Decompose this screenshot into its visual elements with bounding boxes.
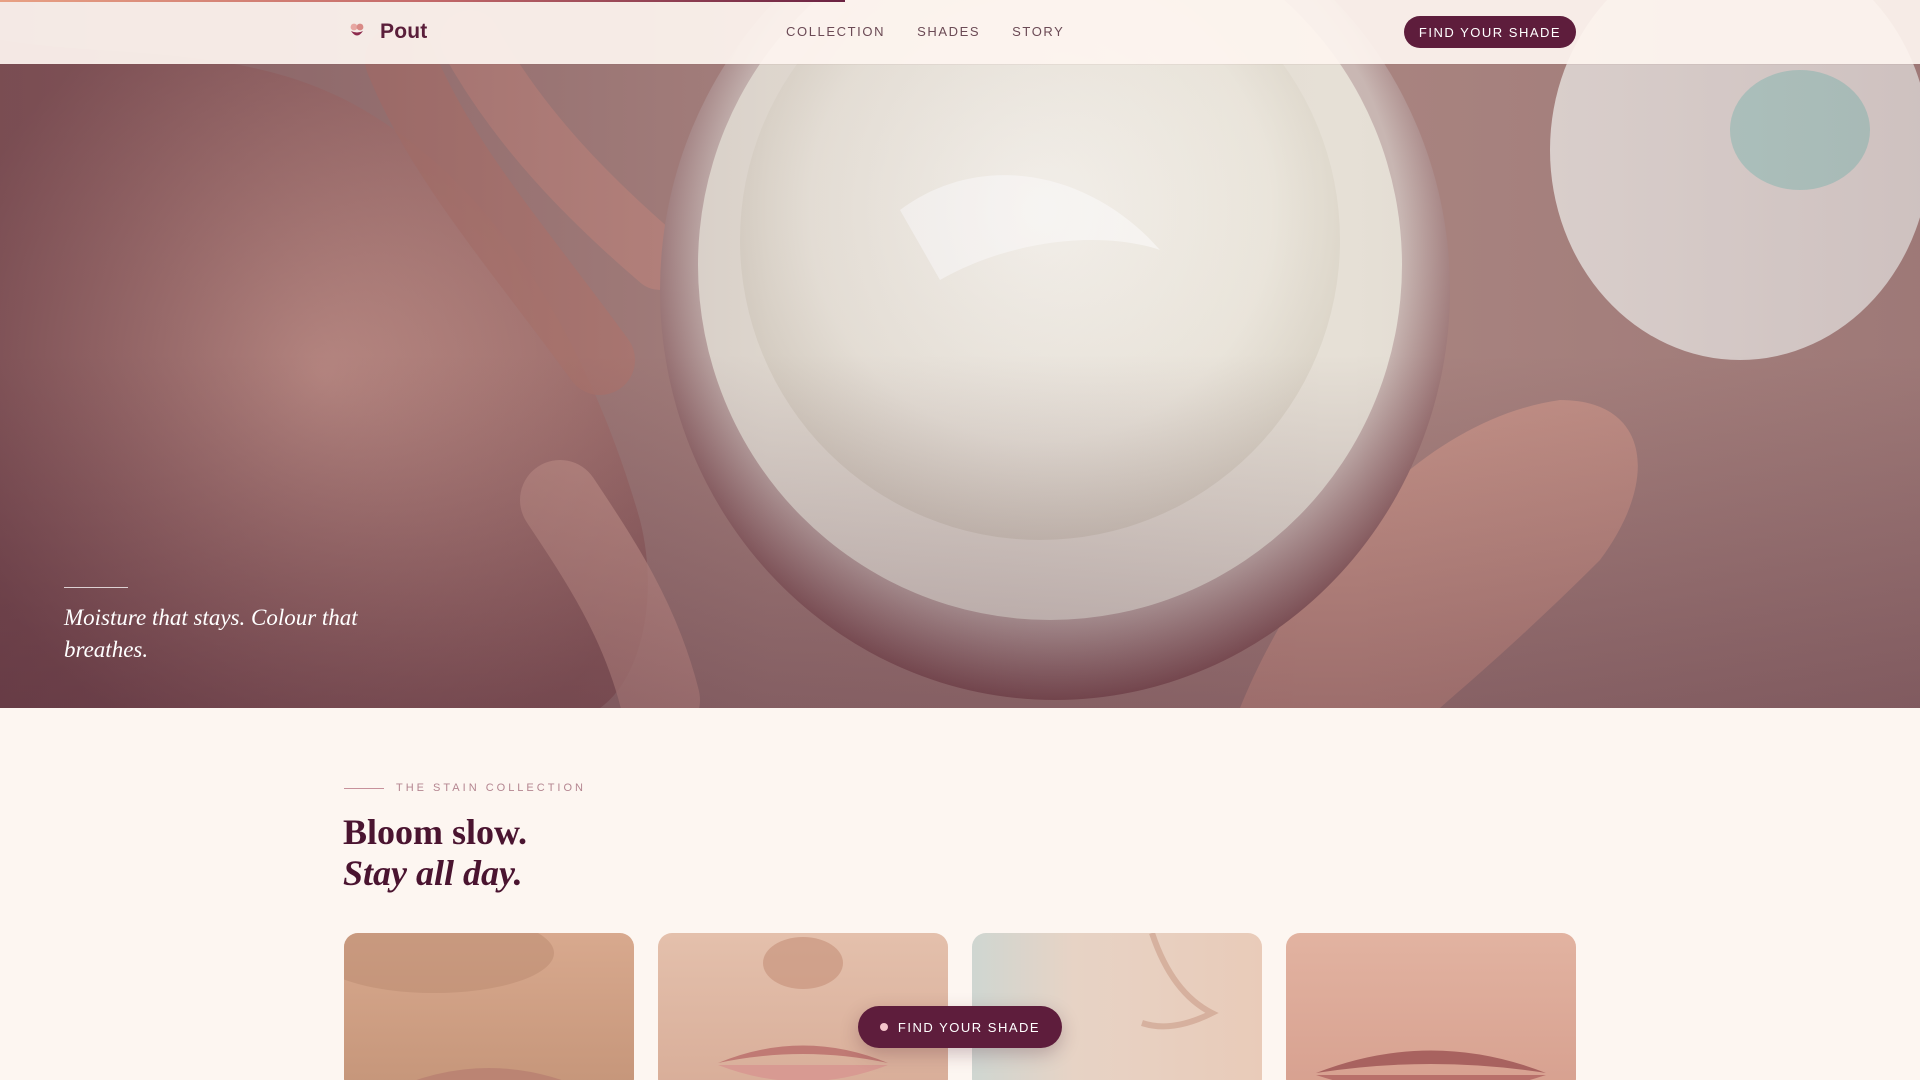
floating-cta-label: FIND YOUR SHADE (897, 1019, 1041, 1035)
floating-find-shade-button[interactable]: FIND YOUR SHADE (858, 1006, 1062, 1048)
nav-collection[interactable]: COLLECTION (786, 24, 885, 39)
brand-name: Pout (380, 20, 428, 43)
dot-icon (879, 1023, 888, 1031)
site-header: Pout COLLECTION SHADES STORY FIND YOUR S… (0, 0, 1920, 64)
nav-story[interactable]: STORY (1012, 24, 1064, 39)
find-your-shade-button[interactable]: FIND YOUR SHADE (1404, 16, 1576, 48)
product-card[interactable] (1286, 933, 1576, 1080)
eyebrow-label: THE STAIN COLLECTION (396, 782, 586, 794)
lip-photo-1 (344, 933, 634, 1080)
product-card[interactable] (344, 933, 634, 1080)
brand-logo-link[interactable]: Pout (344, 19, 427, 45)
hero-tagline: Moisture that stays. Colour that breathe… (64, 605, 358, 662)
heading-line-2: Stay all day. (343, 853, 523, 893)
collection-eyebrow: THE STAIN COLLECTION (344, 782, 586, 794)
heading-line-1: Bloom slow. (343, 812, 528, 852)
hero-divider (64, 587, 128, 588)
lip-photo-4 (1286, 933, 1576, 1080)
eyebrow-divider (344, 787, 384, 789)
scroll-progress-bar (0, 0, 1920, 2)
nav-shades[interactable]: SHADES (917, 24, 980, 39)
lips-flower-icon (344, 19, 370, 45)
hero-section: Moisture that stays. Colour that breathe… (0, 0, 1920, 708)
collection-heading: Bloom slow. Stay all day. (343, 812, 527, 894)
scroll-progress-fill (0, 0, 845, 2)
main-nav: COLLECTION SHADES STORY (786, 24, 1064, 39)
